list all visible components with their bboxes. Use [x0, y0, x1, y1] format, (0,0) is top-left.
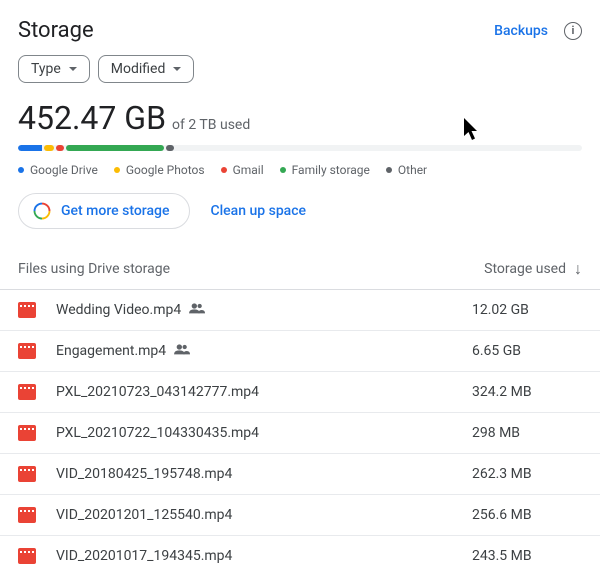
video-file-icon	[18, 425, 36, 441]
storage-segment-photos	[44, 145, 54, 151]
storage-segment-family	[66, 145, 164, 151]
sort-desc-icon: ↓	[574, 259, 582, 279]
legend-drive: Google Drive	[18, 163, 98, 177]
shared-icon	[189, 302, 205, 318]
get-more-label: Get more storage	[61, 203, 169, 219]
legend-gmail: Gmail	[221, 163, 264, 177]
file-size: 324.2 MB	[472, 384, 582, 400]
file-size: 12.02 GB	[472, 302, 582, 318]
info-icon[interactable]: i	[564, 22, 582, 40]
file-size: 262.3 MB	[472, 466, 582, 482]
page-title: Storage	[18, 18, 94, 43]
legend-photos: Google Photos	[114, 163, 205, 177]
get-more-storage-button[interactable]: Get more storage	[18, 193, 190, 229]
file-name: VID_20201017_194345.mp4	[56, 548, 472, 564]
table-row[interactable]: PXL_20210723_043142777.mp4 324.2 MB	[0, 372, 600, 413]
chevron-down-icon	[69, 67, 77, 71]
file-name: Engagement.mp4	[56, 343, 472, 359]
usage-total: of 2 TB used	[172, 117, 250, 133]
backups-link[interactable]: Backups	[494, 23, 548, 39]
storage-bar	[18, 145, 582, 151]
file-name: VID_20201201_125540.mp4	[56, 507, 472, 523]
legend-other: Other	[386, 163, 427, 177]
file-list: Wedding Video.mp4 12.02 GB Engagement.mp…	[0, 290, 600, 576]
column-name-header[interactable]: Files using Drive storage	[18, 261, 170, 277]
file-size: 256.6 MB	[472, 507, 582, 523]
file-name: PXL_20210722_104330435.mp4	[56, 425, 472, 441]
storage-segment-other	[166, 145, 174, 151]
file-name: VID_20180425_195748.mp4	[56, 466, 472, 482]
google-one-icon	[33, 202, 51, 220]
video-file-icon	[18, 343, 36, 359]
video-file-icon	[18, 384, 36, 400]
modified-filter-label: Modified	[111, 61, 166, 77]
table-row[interactable]: VID_20201201_125540.mp4 256.6 MB	[0, 495, 600, 536]
file-size: 6.65 GB	[472, 343, 582, 359]
file-size: 243.5 MB	[472, 548, 582, 564]
table-row[interactable]: VID_20180425_195748.mp4 262.3 MB	[0, 454, 600, 495]
usage-amount: 452.47 GB	[18, 99, 166, 137]
shared-icon	[174, 343, 190, 359]
table-row[interactable]: VID_20201017_194345.mp4 243.5 MB	[0, 536, 600, 576]
type-filter[interactable]: Type	[18, 55, 90, 83]
file-name: Wedding Video.mp4	[56, 302, 472, 318]
cleanup-link[interactable]: Clean up space	[210, 203, 306, 219]
file-name: PXL_20210723_043142777.mp4	[56, 384, 472, 400]
chevron-down-icon	[173, 67, 181, 71]
legend-family: Family storage	[280, 163, 370, 177]
table-row[interactable]: Wedding Video.mp4 12.02 GB	[0, 290, 600, 331]
video-file-icon	[18, 302, 36, 318]
video-file-icon	[18, 466, 36, 482]
video-file-icon	[18, 548, 36, 564]
table-row[interactable]: PXL_20210722_104330435.mp4 298 MB	[0, 413, 600, 454]
column-size-header[interactable]: Storage used ↓	[484, 259, 582, 279]
storage-segment-gmail	[56, 145, 64, 151]
storage-segment-drive	[18, 145, 42, 151]
table-row[interactable]: Engagement.mp4 6.65 GB	[0, 331, 600, 372]
file-size: 298 MB	[472, 425, 582, 441]
video-file-icon	[18, 507, 36, 523]
modified-filter[interactable]: Modified	[98, 55, 195, 83]
type-filter-label: Type	[31, 61, 61, 77]
